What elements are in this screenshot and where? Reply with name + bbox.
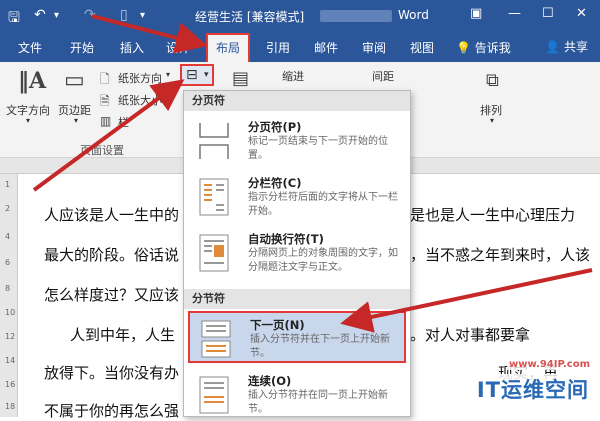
ruler-number: 2 — [5, 204, 11, 213]
document-line-left: 放得下。当你没有办 — [44, 364, 180, 382]
size-button[interactable]: 纸张大小 — [118, 92, 162, 108]
blurred-title-part — [320, 10, 392, 22]
share-label: 共享 — [563, 40, 588, 54]
tab-references[interactable]: 引用 — [266, 39, 290, 56]
document-line-right: ，当不惑之年到来时，人该 — [410, 246, 591, 264]
document-line-right: 。对人对事都要拿 — [410, 326, 531, 344]
ribbon-options-icon[interactable]: ▣ — [470, 6, 482, 21]
arrange-dropdown-icon[interactable]: ▾ — [490, 116, 494, 125]
breaks-icon: ⊟ — [186, 67, 198, 83]
menu-item-title: 连续(O) — [248, 374, 292, 388]
ruler-number: 6 — [5, 258, 11, 267]
person-icon: 👤 — [545, 40, 561, 54]
document-title: 经营生活 [兼容模式] — [195, 10, 305, 24]
ribbon-tabs: 文件 开始 插入 设计 引用 邮件 审阅 视图 💡 告诉我 👤 共享 — [0, 32, 600, 62]
tab-view[interactable]: 视图 — [410, 39, 434, 56]
watermark-brand: IT运维空间 — [473, 374, 592, 404]
separator-icon: ▯ — [120, 7, 128, 23]
save-icon[interactable]: 🖫 — [8, 7, 20, 31]
ruler-number: 14 — [5, 356, 16, 365]
page-break-icon — [199, 123, 229, 159]
tab-insert[interactable]: 插入 — [120, 39, 144, 56]
page-breaks-header: 分页符 — [184, 91, 410, 111]
menu-item-title: 自动换行符(T) — [248, 232, 324, 246]
maximize-button[interactable]: ☐ — [542, 6, 554, 21]
tab-file[interactable]: 文件 — [18, 39, 42, 56]
tab-layout[interactable]: 布局 — [206, 33, 250, 62]
document-line-left: 人应该是人一生中的 — [44, 206, 180, 224]
indent-label: 缩进 — [282, 70, 304, 83]
menu-item-title: 分栏符(C) — [248, 176, 302, 190]
share-button[interactable]: 👤 共享 — [541, 37, 592, 57]
column-break-item[interactable]: 分栏符(C) 指示分栏符后面的文字将从下一栏开始。 — [188, 171, 406, 223]
orientation-dropdown-icon[interactable]: ▾ — [166, 70, 170, 79]
document-line-left: 人到中年，人生 — [70, 326, 176, 344]
customize-toolbar-icon[interactable]: ▾ — [140, 10, 145, 21]
close-button[interactable]: ✕ — [576, 6, 587, 21]
document-line-right: 是也是人一生中心理压力 — [410, 206, 576, 224]
breaks-button[interactable]: ⊟ ▾ — [180, 64, 214, 86]
tell-me-label: 告诉我 — [474, 41, 511, 55]
arrange-icon[interactable]: ⧉ — [486, 70, 499, 91]
margins-icon[interactable]: ▭ — [64, 68, 85, 93]
continuous-icon — [199, 376, 229, 414]
text-direction-dropdown-icon[interactable]: ▾ — [26, 116, 30, 125]
text-wrapping-icon — [199, 234, 229, 272]
continuous-item[interactable]: 连续(O) 插入分节符并在同一页上开始新节。 — [188, 369, 406, 416]
menu-item-desc: 插入分节符并在下一页上开始新节。 — [250, 334, 390, 359]
ruler-number: 4 — [5, 232, 11, 241]
page-break-item[interactable]: 分页符(P) 标记一页结束与下一页开始的位置。 — [188, 115, 406, 167]
document-line-left: 不属于你的再怎么强 — [44, 402, 180, 420]
menu-item-title: 分页符(P) — [248, 120, 302, 134]
column-break-icon — [199, 178, 229, 216]
document-line-left: 最大的阶段。俗话说 — [44, 246, 180, 264]
tab-design[interactable]: 设计 — [166, 39, 190, 56]
tab-home[interactable]: 开始 — [70, 39, 94, 56]
line-numbers-icon[interactable]: ▤ — [232, 68, 249, 89]
ruler-number: 1 — [5, 180, 11, 189]
section-breaks-header: 分节符 — [184, 289, 410, 309]
size-icon: 🗎 — [100, 94, 110, 108]
spacing-label: 间距 — [372, 70, 394, 83]
breaks-menu: 分页符 分页符(P) 标记一页结束与下一页开始的位置。 分栏符(C) 指示分栏符… — [183, 90, 411, 417]
columns-button[interactable]: 栏 — [118, 114, 129, 130]
text-wrapping-break-item[interactable]: 自动换行符(T) 分隔网页上的对象周围的文字，如分隔题注文字与正文。 — [188, 227, 406, 279]
breaks-dropdown-icon: ▾ — [204, 70, 209, 80]
minimize-button[interactable]: — — [508, 6, 521, 21]
watermark-url: www.94IP.com — [506, 359, 592, 370]
ruler-number: 10 — [5, 308, 16, 317]
next-page-icon — [201, 320, 231, 358]
menu-item-desc: 插入分节符并在同一页上开始新节。 — [248, 390, 388, 415]
ruler-number: 8 — [5, 284, 11, 293]
tab-mailings[interactable]: 邮件 — [314, 39, 338, 56]
ruler-number: 12 — [5, 332, 16, 341]
menu-item-title: 下一页(N) — [250, 318, 305, 332]
text-direction-icon[interactable]: ‖A — [18, 68, 46, 94]
margins-dropdown-icon[interactable]: ▾ — [74, 116, 78, 125]
tell-me-box[interactable]: 💡 告诉我 — [456, 39, 511, 56]
ruler-number: 18 — [5, 402, 16, 411]
next-page-item[interactable]: 下一页(N) 插入分节符并在下一页上开始新节。 — [188, 311, 406, 363]
undo-icon[interactable]: ↶ — [34, 7, 46, 23]
title-bar: 🖫 ↶ ▾ ↷ ▯ ▾ 经营生活 [兼容模式] Word ▣ — ☐ ✕ — [0, 0, 600, 32]
ruler-number: 16 — [5, 380, 16, 389]
menu-item-desc: 分隔网页上的对象周围的文字，如分隔题注文字与正文。 — [248, 248, 398, 273]
undo-dropdown-icon[interactable]: ▾ — [54, 10, 59, 21]
vertical-ruler[interactable]: 1 2 4 6 8 10 12 14 16 18 — [0, 174, 18, 417]
redo-icon[interactable]: ↷ — [84, 7, 96, 23]
menu-item-desc: 指示分栏符后面的文字将从下一栏开始。 — [248, 192, 398, 217]
lightbulb-icon: 💡 — [456, 41, 471, 55]
orientation-button[interactable]: 纸张方向 — [118, 70, 162, 86]
tab-review[interactable]: 审阅 — [362, 39, 386, 56]
columns-icon: ▥ — [100, 114, 112, 128]
document-line-left: 怎么样度过？又应该 — [44, 286, 180, 304]
menu-item-desc: 标记一页结束与下一页开始的位置。 — [248, 136, 388, 161]
page-setup-group-label: 页面设置 — [80, 144, 124, 157]
title-suffix: Word — [398, 8, 429, 22]
orientation-icon: 🗋 — [100, 72, 110, 86]
